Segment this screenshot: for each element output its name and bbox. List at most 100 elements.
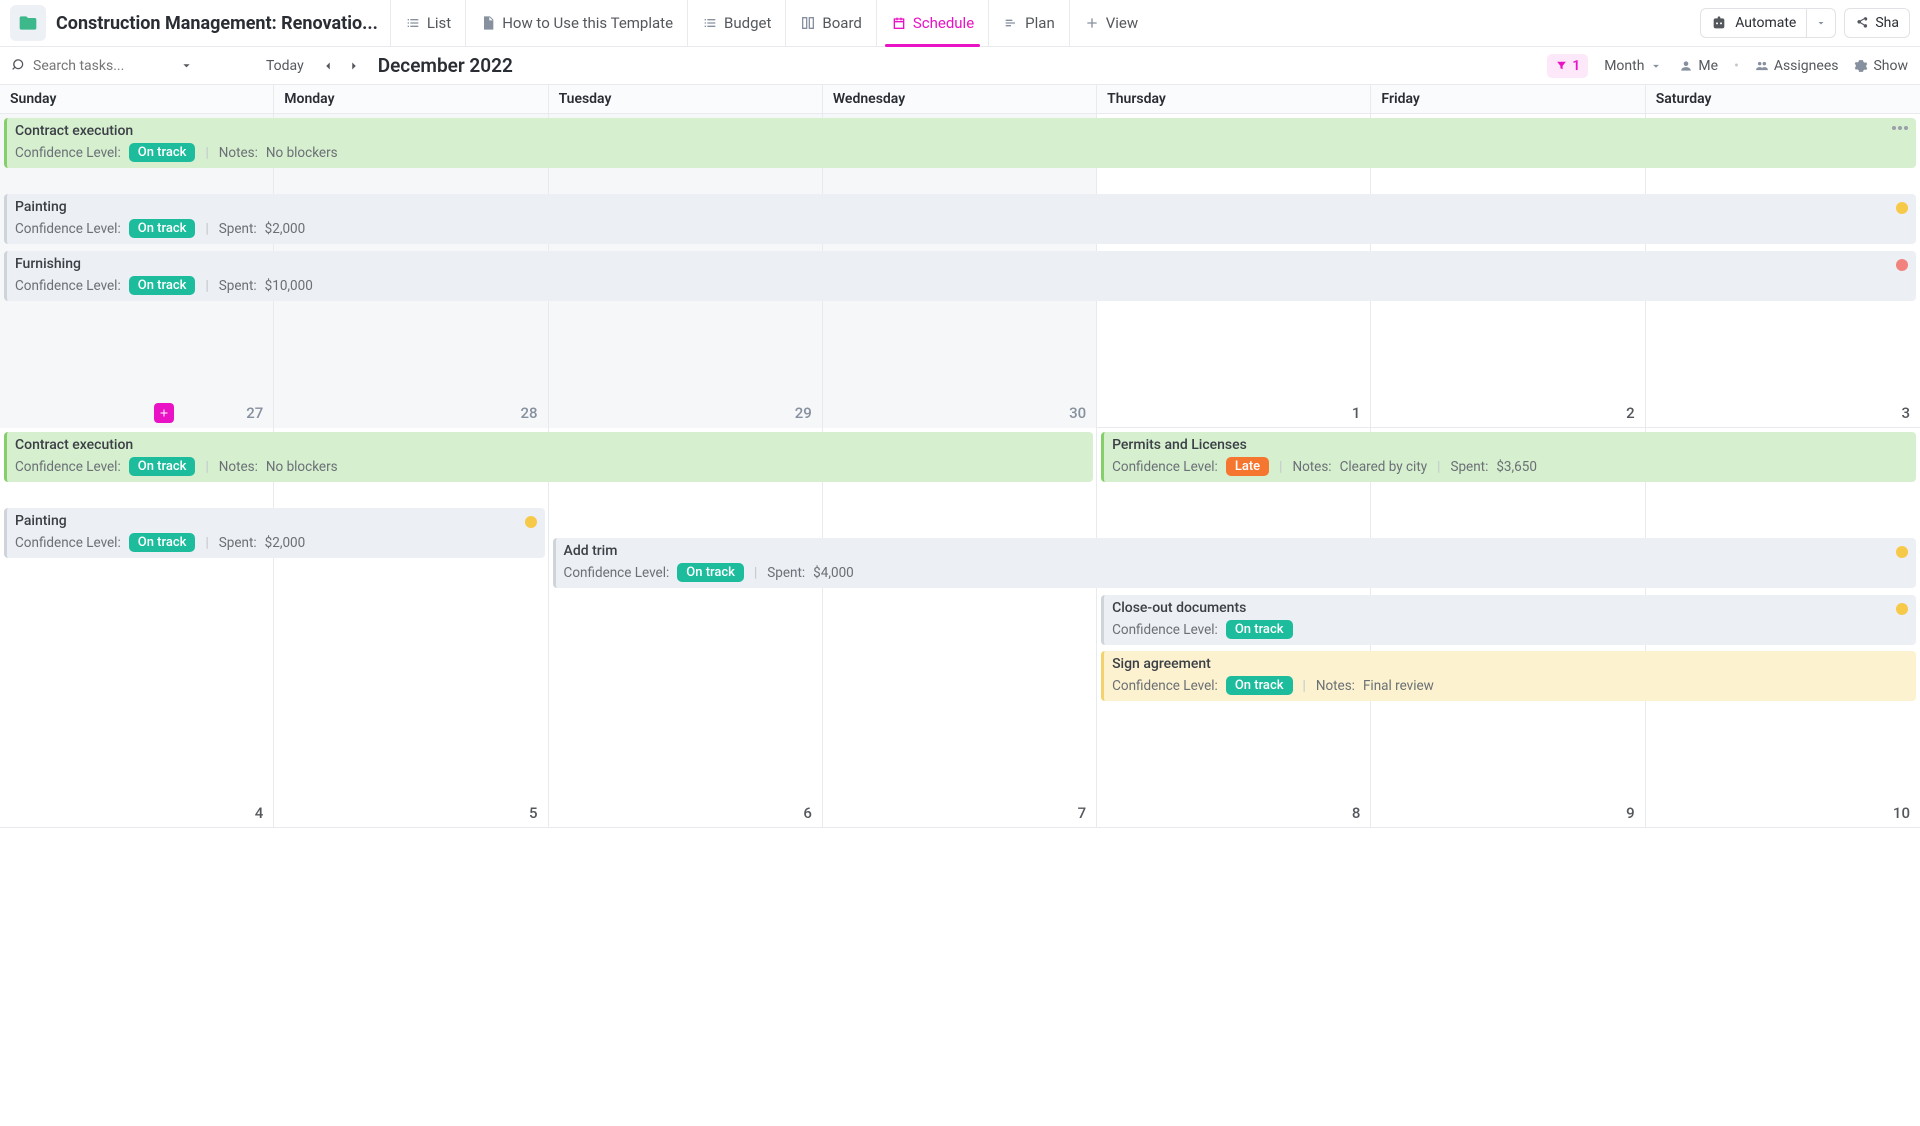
chevron-down-icon: [1649, 59, 1663, 73]
spent-value: $2,000: [265, 221, 306, 237]
event-meta: Confidence Level: On track | Spent: $2,0…: [15, 533, 537, 552]
day-cell[interactable]: 6: [549, 428, 823, 828]
search-input[interactable]: [33, 58, 173, 74]
status-dot-icon: [1896, 603, 1908, 615]
tab-schedule[interactable]: Schedule: [876, 0, 988, 46]
notes-value: Cleared by city: [1340, 459, 1428, 475]
show-button[interactable]: Show: [1854, 58, 1908, 74]
day-number: 29: [795, 404, 812, 422]
tab-plan[interactable]: Plan: [988, 0, 1069, 46]
event-title: Contract execution: [15, 437, 1085, 453]
event-meta: Confidence Level: On track: [1112, 620, 1908, 639]
tab-list[interactable]: List: [390, 0, 465, 46]
separator: |: [205, 278, 208, 294]
automate-dropdown[interactable]: [1807, 8, 1836, 38]
next-month-button[interactable]: [344, 56, 364, 76]
calendar-week: 27 28 29 30 1 2 3 Contract execution Con…: [0, 114, 1920, 428]
day-number: 10: [1893, 804, 1910, 822]
event-sign-agreement[interactable]: Sign agreement Confidence Level: On trac…: [1101, 651, 1916, 701]
day-number: 2: [1626, 404, 1635, 422]
day-header-row: Sunday Monday Tuesday Wednesday Thursday…: [0, 85, 1920, 114]
spent-value: $10,000: [265, 278, 313, 294]
notes-value: No blockers: [266, 459, 338, 475]
separator: |: [754, 565, 757, 581]
search-wrap[interactable]: [12, 58, 252, 74]
month-nav: [318, 56, 364, 76]
tab-budget[interactable]: Budget: [687, 0, 785, 46]
notes-label: Notes:: [219, 145, 258, 161]
confidence-label: Confidence Level:: [15, 145, 121, 161]
automate-button[interactable]: Automate: [1700, 8, 1807, 38]
notes-label: Notes:: [1316, 678, 1355, 694]
event-permits[interactable]: Permits and Licenses Confidence Level: L…: [1101, 432, 1916, 482]
separator: |: [205, 535, 208, 551]
confidence-label: Confidence Level:: [15, 535, 121, 551]
spent-value: $2,000: [265, 535, 306, 551]
filter-icon: [1555, 59, 1568, 72]
today-button[interactable]: Today: [266, 58, 304, 74]
status-badge: On track: [1226, 676, 1293, 695]
day-header: Saturday: [1646, 85, 1920, 113]
separator: |: [205, 145, 208, 161]
prev-month-button[interactable]: [318, 56, 338, 76]
event-meta: Confidence Level: On track | Spent: $4,0…: [564, 563, 1908, 582]
tab-add-view[interactable]: View: [1069, 0, 1152, 46]
status-badge: On track: [129, 143, 196, 162]
event-closeout[interactable]: Close-out documents Confidence Level: On…: [1101, 595, 1916, 645]
confidence-label: Confidence Level:: [564, 565, 670, 581]
day-cell[interactable]: 5: [274, 428, 548, 828]
tab-board[interactable]: Board: [785, 0, 875, 46]
add-task-button[interactable]: [154, 403, 174, 423]
separator: |: [1279, 459, 1282, 475]
event-menu[interactable]: [1892, 126, 1908, 130]
day-header: Friday: [1371, 85, 1645, 113]
status-badge: On track: [129, 276, 196, 295]
filter-chip[interactable]: 1: [1547, 54, 1588, 78]
folder-icon: [10, 5, 46, 41]
day-number: 1: [1352, 404, 1361, 422]
event-contract-execution[interactable]: Contract execution Confidence Level: On …: [4, 432, 1093, 482]
search-icon: [12, 58, 27, 73]
share-label: Sha: [1875, 15, 1899, 31]
tab-howto[interactable]: How to Use this Template: [465, 0, 687, 46]
gear-icon: [1854, 59, 1868, 73]
separator: |: [1437, 459, 1440, 475]
chevron-down-icon[interactable]: [179, 58, 194, 73]
robot-icon: [1711, 15, 1727, 31]
event-contract-execution[interactable]: Contract execution Confidence Level: On …: [4, 118, 1916, 168]
event-painting[interactable]: Painting Confidence Level: On track | Sp…: [4, 194, 1916, 244]
event-title: Sign agreement: [1112, 656, 1908, 672]
event-furnishing[interactable]: Furnishing Confidence Level: On track | …: [4, 251, 1916, 301]
event-meta: Confidence Level: On track | Spent: $10,…: [15, 276, 1908, 295]
status-badge: On track: [129, 457, 196, 476]
automate-split: Automate: [1700, 8, 1836, 38]
day-header: Tuesday: [549, 85, 823, 113]
toolbar-right: 1 Month Me • Assignees Show: [1547, 54, 1908, 78]
assignees-filter[interactable]: Assignees: [1755, 58, 1839, 74]
separator: |: [205, 221, 208, 237]
filter-count: 1: [1572, 58, 1580, 74]
status-dot-icon: [1896, 546, 1908, 558]
calendar-week: 4 5 6 7 8 9 10 Contract execution Confid…: [0, 428, 1920, 828]
month-text: Month: [1604, 58, 1644, 74]
spent-value: $3,650: [1496, 459, 1537, 475]
chevron-right-icon: [347, 59, 361, 73]
status-badge: Late: [1226, 457, 1269, 476]
automate-label: Automate: [1735, 15, 1796, 31]
event-title: Add trim: [564, 543, 1908, 559]
header-actions: Automate Sha: [1700, 8, 1910, 38]
show-label: Show: [1873, 58, 1908, 74]
me-filter[interactable]: Me: [1679, 58, 1718, 74]
event-add-trim[interactable]: Add trim Confidence Level: On track | Sp…: [553, 538, 1916, 588]
view-granularity[interactable]: Month: [1604, 58, 1663, 74]
status-dot-icon: [1896, 202, 1908, 214]
event-title: Painting: [15, 513, 537, 529]
event-meta: Confidence Level: On track | Notes: No b…: [15, 143, 1908, 162]
day-cell[interactable]: 7: [823, 428, 1097, 828]
day-cell[interactable]: 4: [0, 428, 274, 828]
event-title: Painting: [15, 199, 1908, 215]
separator: |: [205, 459, 208, 475]
tab-label: Board: [822, 14, 861, 32]
share-button[interactable]: Sha: [1844, 8, 1910, 38]
event-painting[interactable]: Painting Confidence Level: On track | Sp…: [4, 508, 545, 558]
